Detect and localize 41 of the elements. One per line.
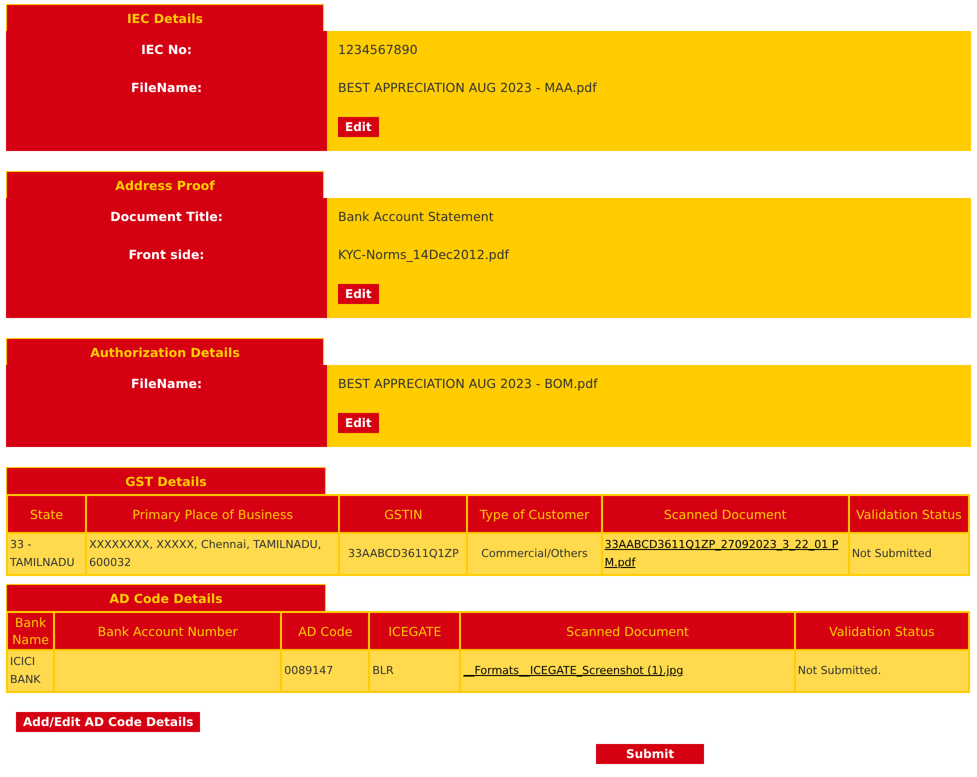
column-header: Scanned Document xyxy=(602,495,849,533)
field-value: KYC-Norms_14Dec2012.pdf xyxy=(338,247,509,262)
column-header: Bank Account Number xyxy=(54,612,282,650)
column-header: Validation Status xyxy=(794,612,969,650)
table-cell: Not Submitted. xyxy=(794,650,969,692)
table-cell: 0089147 xyxy=(281,650,370,692)
column-header: Bank Name xyxy=(7,612,54,650)
column-header: Type of Customer xyxy=(467,495,602,533)
table-cell: BLR xyxy=(369,650,460,692)
edit-button[interactable]: Edit xyxy=(338,117,379,137)
table-cell: ICICI BANK xyxy=(7,650,54,692)
field-label: Document Title: xyxy=(110,209,223,224)
section-title: Address Proof xyxy=(6,171,324,198)
field-label: Front side: xyxy=(128,247,204,262)
field-label: IEC No: xyxy=(141,42,192,57)
field-label: FileName: xyxy=(131,376,202,391)
field-value: BEST APPRECIATION AUG 2023 - MAA.pdf xyxy=(338,80,597,95)
column-header: Primary Place of Business xyxy=(86,495,340,533)
column-header: Scanned Document xyxy=(460,612,795,650)
field-value: Bank Account Statement xyxy=(338,209,494,224)
table-cell: Commercial/Others xyxy=(467,533,602,575)
submit-button[interactable]: Submit xyxy=(596,744,704,764)
column-header: ICEGATE xyxy=(369,612,460,650)
section-title: Authorization Details xyxy=(6,338,324,365)
column-header: GSTIN xyxy=(339,495,468,533)
column-header: State xyxy=(7,495,86,533)
field-label: FileName: xyxy=(131,80,202,95)
table-cell: 33AABCD3611Q1ZP xyxy=(339,533,468,575)
table-cell: Not Submitted xyxy=(848,533,969,575)
section-title: IEC Details xyxy=(6,4,324,31)
edit-button[interactable]: Edit xyxy=(338,284,379,304)
table-cell: 33 - TAMILNADU xyxy=(7,533,86,575)
section-title: AD Code Details xyxy=(6,584,326,611)
edit-button[interactable]: Edit xyxy=(338,413,379,433)
table-cell: XXXXXXXX, XXXXX, Chennai, TAMILNADU, 600032 xyxy=(86,533,340,575)
add-edit-ad-code-button[interactable]: Add/Edit AD Code Details xyxy=(16,712,200,732)
column-header: Validation Status xyxy=(848,495,969,533)
field-value: BEST APPRECIATION AUG 2023 - BOM.pdf xyxy=(338,376,598,391)
column-header: AD Code xyxy=(281,612,370,650)
field-value: 1234567890 xyxy=(338,42,418,57)
section-title: GST Details xyxy=(6,467,326,494)
